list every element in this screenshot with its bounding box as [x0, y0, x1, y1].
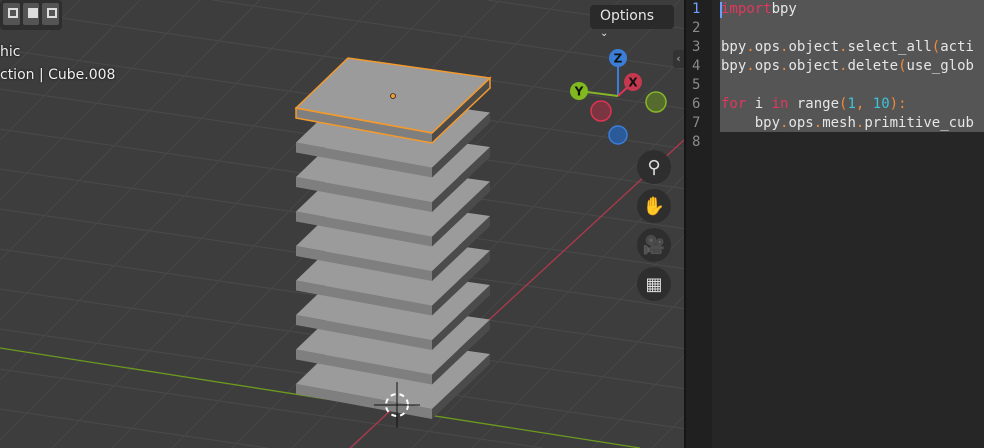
code-line[interactable]: [721, 133, 984, 152]
gizmo-neg-x: [590, 100, 612, 122]
zoom-view-button[interactable]: ⚲: [637, 150, 671, 184]
grid-line: [0, 408, 268, 448]
collection-object-label: ction | Cube.008: [0, 67, 116, 83]
select-mode-extend-button[interactable]: [22, 3, 40, 25]
gizmo-neg-z: [608, 125, 628, 145]
pan-view-button[interactable]: ✋: [637, 189, 671, 223]
camera-view-button[interactable]: 🎥: [637, 228, 671, 262]
collection-name: ction: [0, 67, 35, 83]
line-number: 3: [692, 39, 701, 55]
gizmo-y-label: Y: [574, 85, 584, 99]
options-label: Options: [600, 8, 655, 24]
line-number: 2: [692, 20, 701, 36]
code-line[interactable]: for i in range(1, 10):: [721, 95, 984, 114]
gizmo-x-label: X: [628, 76, 638, 90]
line-number: 8: [692, 134, 701, 150]
gizmo-neg-y: [645, 91, 667, 113]
gizmo-z-label: Z: [614, 52, 623, 66]
code-line[interactable]: [721, 76, 984, 95]
line-number: 5: [692, 77, 701, 93]
code-line[interactable]: importbpy: [721, 0, 984, 19]
select-mode-new-button[interactable]: [3, 3, 20, 25]
line-number: 6: [692, 96, 701, 112]
grid-icon: ▦: [645, 273, 663, 295]
zoom-icon: ⚲: [647, 156, 661, 178]
chevron-down-icon: ⌄: [600, 28, 609, 39]
ortho-toggle-button[interactable]: ▦: [637, 267, 671, 301]
grid-line: [0, 0, 201, 201]
line-number: 1: [692, 1, 701, 17]
active-object-name: Cube.008: [48, 67, 116, 83]
3d-viewport[interactable]: ZX Y hic ction | Cube.008 Options ⌄ ‹ ⚲ ✋…: [0, 0, 684, 448]
code-line[interactable]: [721, 19, 984, 38]
select-mode-subtract-button[interactable]: [42, 3, 60, 25]
grid-line: [651, 415, 684, 448]
options-dropdown[interactable]: Options ⌄: [590, 5, 674, 39]
code-line[interactable]: bpy.ops.object.select_all(acti: [721, 38, 984, 57]
line-number: 4: [692, 58, 701, 74]
object-origin: [390, 93, 396, 99]
sidebar-toggle-chevron-left-icon[interactable]: ‹: [673, 50, 684, 68]
line-number: 7: [692, 115, 701, 131]
text-editor[interactable]: 1 2 3 4 5 6 7 8 importbpy bpy.ops.object.select_a…: [686, 0, 984, 448]
view-label: hic: [0, 44, 21, 60]
select-mode-group: [0, 0, 62, 30]
code-line[interactable]: bpy.ops.object.delete(use_glob: [721, 57, 984, 76]
grid-line: [0, 0, 261, 261]
grid-line: [591, 355, 684, 448]
camera-icon: 🎥: [642, 234, 666, 256]
code-line[interactable]: bpy.ops.mesh.primitive_cub: [721, 114, 984, 133]
hand-icon: ✋: [642, 195, 666, 217]
